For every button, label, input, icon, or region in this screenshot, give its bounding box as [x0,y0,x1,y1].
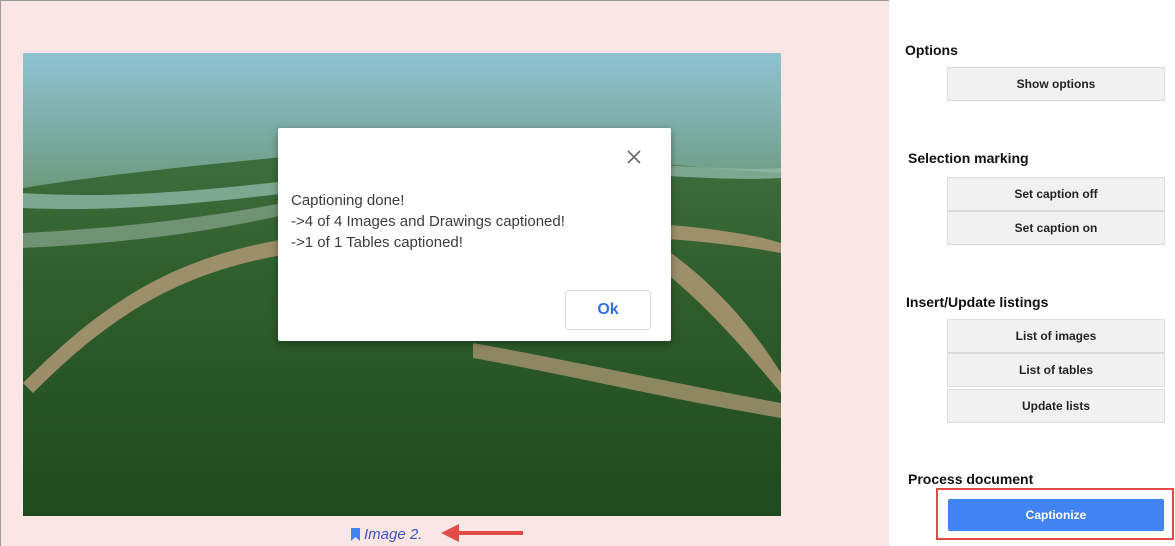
caption-text: Image 2. [364,525,423,543]
bookmark-icon [351,527,360,541]
update-lists-button[interactable]: Update lists [947,389,1165,423]
ok-button[interactable]: Ok [565,290,651,330]
captionize-highlight: Captionize [936,488,1174,540]
show-options-button[interactable]: Show options [947,67,1165,101]
process-document-title: Process document [908,471,1034,487]
listings-title: Insert/Update listings [906,294,1049,310]
captioning-dialog: Captioning done! ->4 of 4 Images and Dra… [278,128,671,341]
sidebar: Options Show options Selection marking S… [889,0,1175,546]
captionize-button[interactable]: Captionize [948,499,1164,531]
set-caption-on-button[interactable]: Set caption on [947,211,1165,245]
options-title: Options [905,42,958,58]
document-area: Image 2. Captioning done! ->4 of 4 Image… [0,0,889,546]
close-icon[interactable] [625,148,643,166]
set-caption-off-button[interactable]: Set caption off [947,177,1165,211]
arrow-icon [441,524,523,542]
selection-marking-title: Selection marking [908,150,1029,166]
list-of-tables-button[interactable]: List of tables [947,353,1165,387]
image-caption[interactable]: Image 2. [351,524,422,544]
list-of-images-button[interactable]: List of images [947,319,1165,353]
dialog-message: Captioning done! ->4 of 4 Images and Dra… [291,192,565,251]
